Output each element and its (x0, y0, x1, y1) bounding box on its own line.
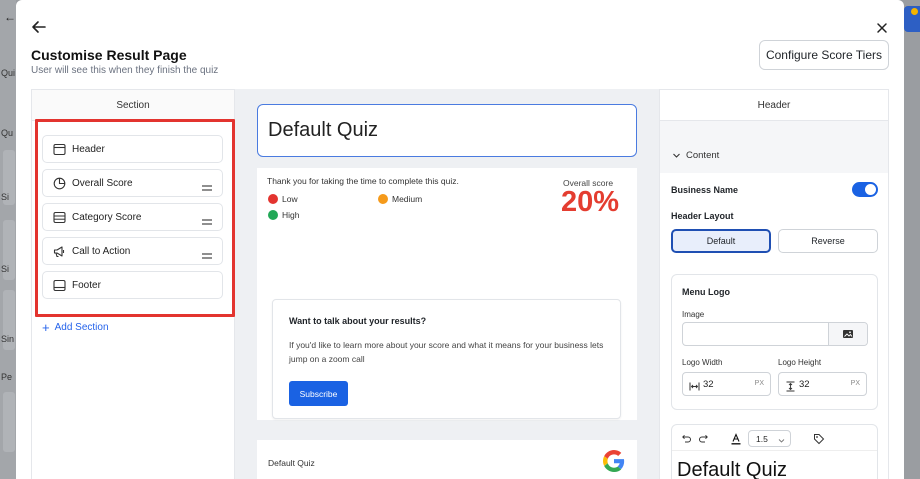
unit-label: PX (850, 380, 860, 387)
content-label: Content (686, 150, 720, 161)
section-item-label: Header (72, 143, 105, 155)
drag-handle-icon[interactable] (202, 179, 212, 191)
section-item-header[interactable]: Header (42, 135, 223, 163)
background-text: Qu (1, 128, 14, 138)
section-item-category-score[interactable]: Category Score (42, 203, 223, 231)
logo-height-value: 32 (799, 378, 810, 390)
legend-label: High (282, 210, 300, 220)
section-item-call-to-action[interactable]: Call to Action (42, 237, 223, 265)
image-label: Image (682, 310, 705, 319)
line-height-select[interactable]: 1.5 (748, 430, 791, 447)
menu-logo-card: Menu Logo Image Logo Width Logo Height 3… (671, 274, 878, 410)
section-item-overall-score[interactable]: Overall Score (42, 169, 223, 197)
content-accordion[interactable]: Content (672, 150, 719, 161)
notification-dot (911, 8, 918, 15)
legend-dot (378, 194, 388, 204)
logo-height-input[interactable]: 32 PX (778, 372, 867, 396)
cta-title: Want to talk about your results? (289, 316, 427, 326)
preview-header[interactable]: Default Quiz (257, 104, 637, 157)
background-text: Si (1, 264, 10, 274)
subscribe-button[interactable]: Subscribe (289, 381, 348, 406)
section-item-label: Overall Score (72, 177, 133, 189)
table-icon (53, 211, 66, 224)
logo-image-input[interactable] (682, 322, 868, 346)
header-layout-label: Header Layout (671, 211, 734, 221)
drag-handle-icon[interactable] (202, 213, 212, 225)
height-icon (785, 379, 796, 391)
content-settings: Business Name Header Layout Default Reve… (660, 173, 888, 479)
legend-high: High (268, 210, 299, 220)
footer-business-name: Default Quiz (268, 458, 315, 468)
section-item-label: Category Score (72, 211, 142, 223)
layout-default-button[interactable]: Default (671, 229, 771, 253)
customise-result-modal: Customise Result Page User will see this… (16, 0, 904, 479)
section-item-label: Call to Action (72, 245, 131, 257)
settings-panel-heading: Header (660, 90, 888, 121)
background-text: Pe (1, 372, 13, 382)
image-upload-icon[interactable] (828, 323, 867, 345)
settings-panel: Header Content Business Name Header Layo… (659, 89, 889, 479)
legend-medium: Medium (378, 194, 422, 204)
logo-width-value: 32 (703, 378, 714, 390)
quiz-title: Default Quiz (268, 119, 379, 141)
background-text: Sin (1, 334, 15, 344)
legend-label: Low (282, 194, 298, 204)
preview-footer[interactable]: Default Quiz (257, 440, 637, 479)
layout-reverse-button[interactable]: Reverse (778, 229, 878, 253)
overall-score-card[interactable]: Thank you for taking the time to complet… (257, 168, 637, 420)
width-icon (689, 379, 700, 390)
undo-icon[interactable] (680, 432, 692, 444)
legend-label: Medium (392, 194, 423, 204)
text-color-icon[interactable] (730, 432, 742, 445)
logo-height-label: Logo Height (778, 358, 822, 367)
background-text: Si (1, 192, 10, 202)
call-to-action-card[interactable]: Want to talk about your results? If you'… (272, 299, 621, 419)
unit-label: PX (754, 380, 764, 387)
legend-dot (268, 194, 278, 204)
legend-dot (268, 210, 278, 220)
layout-header-icon (53, 143, 66, 156)
redo-icon[interactable] (698, 432, 710, 444)
section-item-footer[interactable]: Footer (42, 271, 223, 299)
section-item-label: Footer (72, 279, 101, 291)
modal-subtitle: User will see this when they finish the … (31, 65, 219, 76)
add-section-label: Add Section (54, 322, 109, 333)
pie-chart-icon (53, 177, 66, 190)
result-preview: Default Quiz Thank you for taking the ti… (235, 89, 659, 479)
background-sidebar: ← Qui Qu Si Si Sin Pe (0, 0, 16, 479)
section-panel-heading: Section (32, 90, 234, 121)
modal-title: Customise Result Page (31, 47, 187, 63)
chevron-down-icon (778, 436, 785, 443)
line-height-value: 1.5 (756, 433, 768, 444)
text-editor[interactable]: 1.5 Default Quiz (671, 424, 878, 479)
back-arrow-icon[interactable] (30, 18, 48, 36)
background-action-button (904, 6, 920, 32)
editor-preview-text: Default Quiz (677, 459, 788, 479)
megaphone-icon (53, 245, 66, 258)
legend-low: Low (268, 194, 298, 204)
google-logo-icon (603, 450, 625, 472)
background-back-icon: ← (4, 10, 16, 24)
logo-width-input[interactable]: 32 PX (682, 372, 771, 396)
cta-body: If you'd like to learn more about your s… (289, 340, 604, 364)
chevron-down-icon (672, 151, 681, 160)
configure-score-tiers-button[interactable]: Configure Score Tiers (759, 40, 889, 70)
drag-handle-icon[interactable] (202, 247, 212, 259)
toggle-knob (865, 184, 876, 195)
logo-width-label: Logo Width (682, 358, 723, 367)
business-name-label: Business Name (671, 185, 739, 195)
business-name-toggle[interactable] (852, 182, 878, 197)
background-text: Qui (1, 68, 16, 78)
background-card (3, 392, 15, 452)
thanks-text: Thank you for taking the time to complet… (267, 176, 459, 186)
menu-logo-title: Menu Logo (682, 287, 730, 297)
overall-score-value: 20% (561, 186, 620, 218)
plus-icon: + (42, 320, 50, 335)
tag-icon[interactable] (813, 432, 825, 445)
layout-footer-icon (53, 279, 66, 292)
add-section-button[interactable]: + Add Section (42, 320, 109, 335)
editor-toolbar: 1.5 (672, 425, 877, 451)
close-icon[interactable] (874, 20, 890, 36)
